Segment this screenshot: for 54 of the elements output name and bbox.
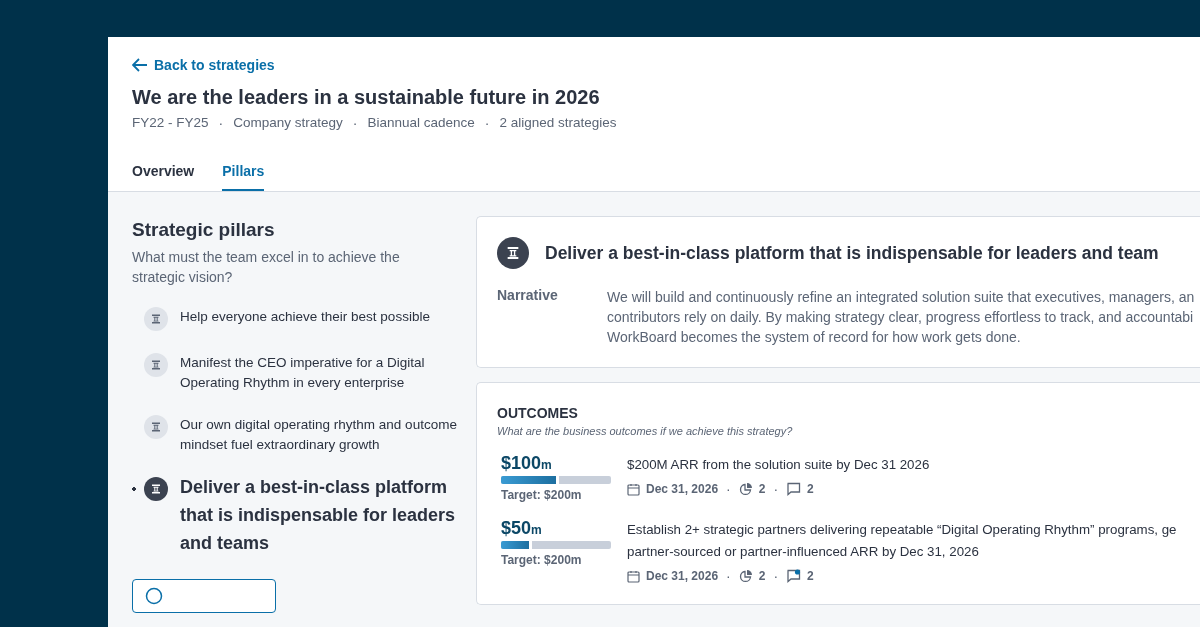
calendar-icon [627, 482, 640, 496]
separator-dot: · [725, 481, 732, 497]
target-label: Target: $200m [501, 553, 583, 567]
pillar-icon [497, 237, 529, 269]
key-result-count: 2 [758, 482, 766, 496]
pie-chart-icon [738, 569, 753, 583]
calendar-icon [627, 569, 640, 583]
tab[interactable]: Overview [132, 159, 195, 191]
meta-item: Biannual cadence [367, 115, 475, 131]
meta-item: Company strategy [233, 115, 343, 131]
section-title: Strategic pillars [132, 219, 276, 241]
separator-dot: · [772, 481, 780, 497]
due-date: Dec 31, 2026 [646, 482, 719, 496]
pillar-title: Deliver a best-in-class platform that is indispensable for leaders and team [545, 242, 1159, 264]
meta-item: FY22 - FY25 [132, 115, 209, 131]
due-date: Dec 31, 2026 [646, 569, 719, 583]
comment-count: 2 [807, 482, 814, 496]
outcomes-title: OUTCOMES [497, 405, 579, 421]
pillar-item[interactable]: Deliver a best-in-class platform that is indispensable for leaders and teams [180, 473, 476, 557]
pillar-item[interactable]: Help everyone achieve their best possible [180, 307, 430, 327]
pillar-icon [144, 477, 168, 501]
circle-icon [145, 587, 163, 605]
pie-chart-icon [738, 482, 753, 496]
separator-dot: · [772, 568, 780, 584]
comment-count: 2 [807, 569, 814, 583]
comment-icon [786, 482, 802, 496]
separator-dot: · [483, 115, 491, 131]
pillar-icon [144, 307, 168, 331]
tab[interactable]: Pillars [222, 159, 265, 191]
strategy-title: We are the leaders in a sustainable future in 2026 [132, 86, 601, 109]
pillar-item[interactable]: Manifest the CEO imperative for a Digital Operating Rhythm in every enterprise [180, 353, 476, 393]
narrative-text: contributors rely on daily. By making strategy clear, progress effortless to track, and accountabi [607, 308, 1195, 327]
narrative-label: Narrative [497, 287, 559, 305]
outcome-value: $50m [501, 518, 543, 539]
back-link[interactable]: Back to strategies [132, 57, 275, 73]
pillar-icon [144, 415, 168, 439]
narrative-text: WorkBoard becomes the system of record for how work gets done. [607, 328, 1022, 347]
pillar-icon [144, 353, 168, 377]
separator-dot: · [217, 115, 225, 131]
target-label: Target: $200m [501, 488, 583, 502]
key-result-count: 2 [758, 569, 766, 583]
separator-dot: · [351, 115, 359, 131]
narrative-text: We will build and continuously refine an integrated solution suite that executives, managers, an [607, 288, 1195, 307]
outcome-value: $100m [501, 453, 553, 474]
meta-item: 2 aligned strategies [499, 115, 617, 131]
back-arrow-icon [132, 58, 148, 72]
outcome-text: Establish 2+ strategic partners delivering repeatable “Digital Operating Rhythm” programs, ge [627, 521, 1177, 539]
add-pillar-button[interactable] [132, 579, 276, 613]
separator-dot: · [725, 568, 732, 584]
outcomes-subtitle: What are the business outcomes if we achieve this strategy? [497, 425, 794, 437]
outcome-text: $200M ARR from the solution suite by Dec 31 2026 [627, 456, 930, 474]
outcome-text: partner-sourced or partner-influenced ARR by Dec 31, 2026 [627, 543, 980, 561]
section-subtitle: What must the team excel in to achieve the strategic vision? [132, 248, 401, 287]
pillar-item[interactable]: Our own digital operating rhythm and outcome mindset fuel extraordinary growth [180, 415, 476, 455]
